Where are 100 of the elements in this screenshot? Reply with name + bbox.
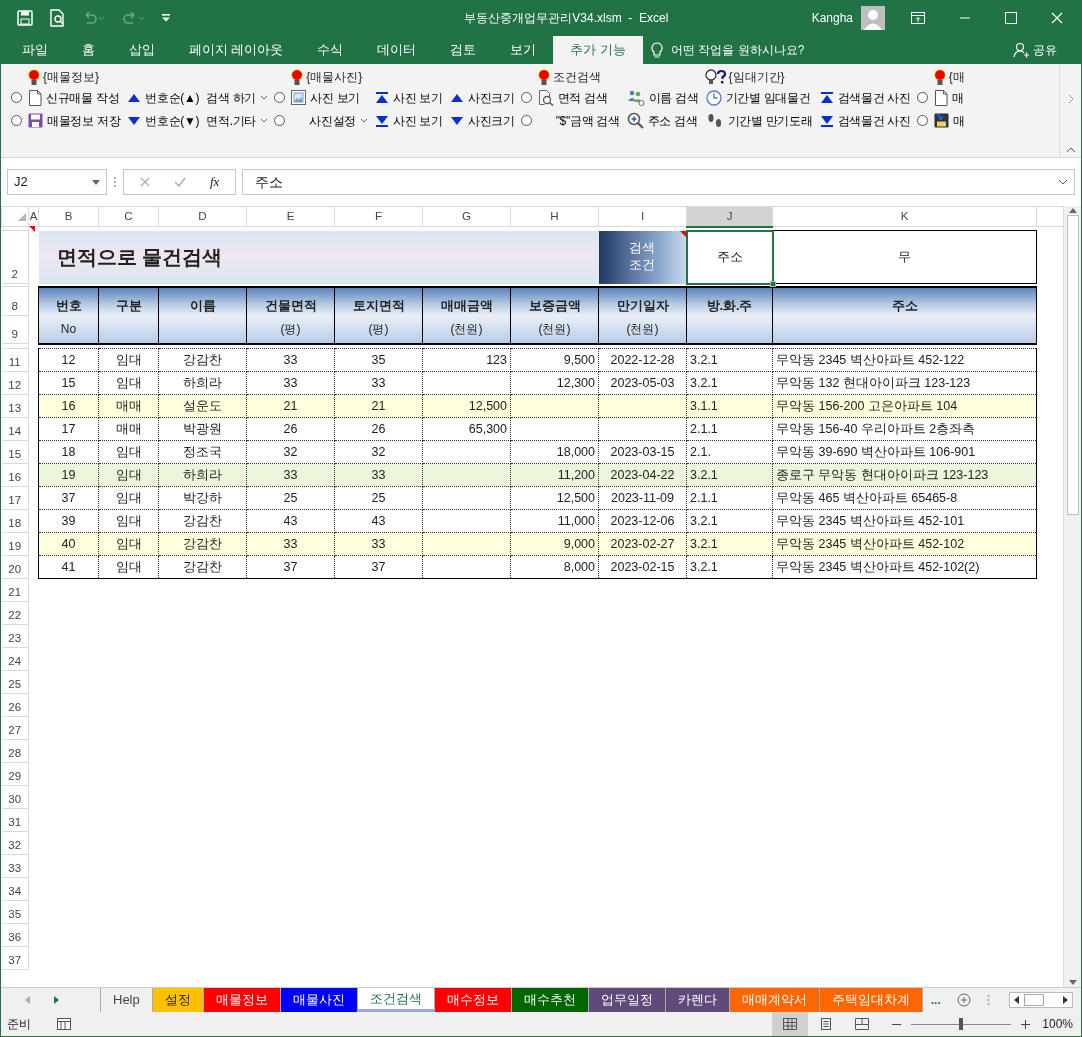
sheet-tab[interactable]: 매수추천 xyxy=(511,988,589,1012)
row-header[interactable]: 30 xyxy=(1,785,29,809)
horizontal-scrollbar[interactable] xyxy=(1009,992,1073,1008)
row-header[interactable]: 34 xyxy=(1,877,29,901)
row-header[interactable]: 33 xyxy=(1,854,29,878)
row-header[interactable]: 20 xyxy=(1,555,29,579)
sheet-tab[interactable]: 매수정보 xyxy=(434,988,512,1012)
row-header[interactable]: 23 xyxy=(1,624,29,648)
row-header[interactable]: 32 xyxy=(1,831,29,855)
column-header[interactable]: A xyxy=(28,206,39,227)
row-header[interactable]: 12 xyxy=(1,371,29,395)
row-header[interactable]: 18 xyxy=(1,509,29,533)
enter-check-icon[interactable] xyxy=(174,177,186,187)
ribbon-button[interactable]: 사진크기 xyxy=(448,86,516,109)
macro-recording-icon[interactable] xyxy=(57,1018,71,1030)
row-header[interactable]: 29 xyxy=(1,762,29,786)
radio-button[interactable] xyxy=(916,115,928,126)
row-header[interactable]: 22 xyxy=(1,601,29,625)
row-header[interactable]: 11 xyxy=(1,348,29,372)
insert-function-button[interactable]: fx xyxy=(210,172,220,192)
ribbon-button[interactable]: 사진크기 xyxy=(448,109,516,132)
add-sheet-icon[interactable] xyxy=(956,993,971,1007)
lightbulb-icon[interactable] xyxy=(650,41,663,59)
sheet-tab[interactable]: 카렌다 xyxy=(665,988,730,1012)
ribbon-button[interactable]: 면적 검색 xyxy=(536,86,621,109)
ribbon-button[interactable]: 사진 보기 xyxy=(373,86,444,109)
row-header[interactable]: 36 xyxy=(1,923,29,947)
ribbon-button[interactable]: 사진설정 xyxy=(290,109,369,132)
sheet-tab[interactable]: 업무일정 xyxy=(588,988,666,1012)
formula-field[interactable]: 주소 xyxy=(242,169,1075,195)
radio-button[interactable] xyxy=(274,115,286,126)
zoom-level[interactable]: 100% xyxy=(1042,1015,1073,1033)
save-icon[interactable] xyxy=(17,10,33,26)
ribbon-button[interactable]: 기간별 만기도래 xyxy=(704,109,814,132)
ribbon-button[interactable]: 매물정보 저장 xyxy=(27,109,122,132)
ribbon-tab[interactable]: 삽입 xyxy=(112,36,172,64)
column-header[interactable]: D xyxy=(158,206,247,227)
ribbon-button[interactable]: "$"금액 검색 xyxy=(536,109,621,132)
row-header[interactable]: 24 xyxy=(1,647,29,671)
more-sheets-button[interactable]: ... xyxy=(922,988,949,1012)
column-header[interactable]: J xyxy=(686,206,773,227)
ribbon-button[interactable]: 기간별 임대물건 xyxy=(704,86,814,109)
next-sheet-icon[interactable] xyxy=(54,996,59,1004)
row-header[interactable]: 35 xyxy=(1,900,29,924)
ribbon-button[interactable]: 사진 보기 xyxy=(290,86,369,109)
radio-button[interactable] xyxy=(11,92,22,103)
row-header[interactable]: 25 xyxy=(1,670,29,694)
ribbon-tab[interactable]: 수식 xyxy=(300,36,361,64)
add-person-icon[interactable] xyxy=(1013,42,1029,58)
column-header[interactable]: F xyxy=(334,206,423,227)
ribbon-tab[interactable]: 보기 xyxy=(493,36,554,64)
scroll-up-icon[interactable] xyxy=(1068,208,1077,213)
row-header[interactable]: 14 xyxy=(1,417,29,441)
radio-button[interactable] xyxy=(520,115,532,126)
name-box[interactable]: J2 xyxy=(7,169,107,195)
radio-button[interactable] xyxy=(11,115,22,126)
column-header[interactable]: G xyxy=(422,206,511,227)
dropdown-button[interactable]: 면적.기타 xyxy=(205,109,270,132)
radio-button[interactable] xyxy=(916,92,928,103)
row-header[interactable]: 19 xyxy=(1,532,29,556)
row-header[interactable]: 37 xyxy=(1,946,29,970)
column-header[interactable]: E xyxy=(246,206,335,227)
ribbon-button[interactable]: 번호순(▲) xyxy=(126,86,201,109)
ribbon-button[interactable]: 신규매물 작성 xyxy=(27,86,122,109)
ribbon-tab[interactable]: 검토 xyxy=(433,36,494,64)
customize-toolbar-icon[interactable] xyxy=(161,13,171,23)
scroll-down-icon[interactable] xyxy=(1068,980,1077,985)
ribbon-tab[interactable]: 홈 xyxy=(65,36,112,64)
ribbon-button[interactable]: 검색물건 사진 xyxy=(818,109,912,132)
row-header[interactable]: 15 xyxy=(1,440,29,464)
ribbon-button[interactable]: 검색물건 사진 xyxy=(818,86,912,109)
row-header[interactable]: 27 xyxy=(1,716,29,740)
tell-me-search[interactable]: 어떤 작업을 원하시나요? xyxy=(670,41,805,59)
row-header[interactable]: 13 xyxy=(1,394,29,418)
ribbon-button[interactable]: 번호순(▼) xyxy=(126,109,201,132)
maximize-icon[interactable] xyxy=(1005,12,1017,24)
ribbon-tab[interactable]: 데이터 xyxy=(360,36,434,64)
column-header[interactable]: I xyxy=(598,206,687,227)
radio-button[interactable] xyxy=(274,92,286,103)
row-header[interactable]: 16 xyxy=(1,463,29,487)
row-header[interactable]: 31 xyxy=(1,808,29,832)
zoom-slider-thumb[interactable] xyxy=(959,1018,964,1030)
sheet-tab[interactable]: 설정 xyxy=(152,988,204,1012)
vertical-scrollbar[interactable] xyxy=(1063,206,1081,987)
view-button[interactable] xyxy=(772,1012,809,1036)
radio-button[interactable] xyxy=(520,92,532,103)
ribbon-button[interactable]: 매 xyxy=(932,109,966,132)
column-header[interactable]: C xyxy=(98,206,159,227)
ribbon-button[interactable]: 주소 검색 xyxy=(625,109,700,132)
row-header[interactable]: 26 xyxy=(1,693,29,717)
row-header[interactable]: 8 xyxy=(1,286,29,316)
ribbon-button[interactable]: 이름 검색 xyxy=(625,86,700,109)
close-icon[interactable] xyxy=(1051,12,1063,24)
ribbon-tab[interactable]: 추가 기능 xyxy=(553,36,643,64)
dropdown-button[interactable]: 검색 하기 xyxy=(205,86,270,109)
ribbon-tab[interactable]: 페이지 레이아웃 xyxy=(172,36,301,64)
ribbon-display-icon[interactable] xyxy=(911,12,925,24)
ribbon-tab[interactable]: 파일 xyxy=(5,36,65,64)
user-name[interactable]: Kangha xyxy=(811,9,853,27)
row-header[interactable]: 9 xyxy=(1,315,29,344)
